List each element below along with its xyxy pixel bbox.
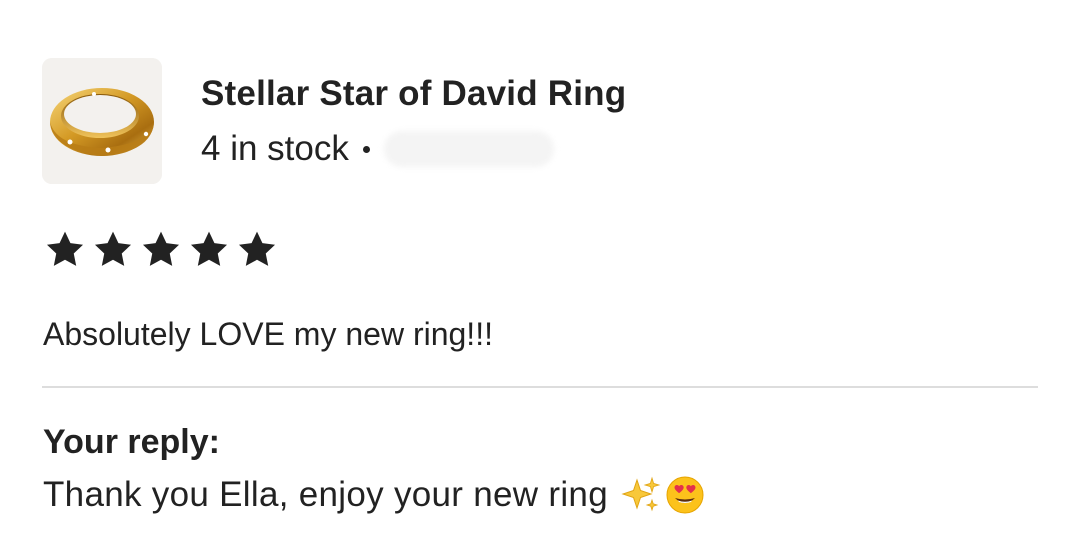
star-icon <box>238 231 276 266</box>
gold-ring-icon <box>42 58 162 184</box>
star-icon <box>46 231 84 266</box>
sparkles-emoji <box>621 476 661 512</box>
reply-text: Thank you Ella, enjoy your new ring <box>43 475 608 514</box>
redacted-info <box>383 131 554 167</box>
reply-message: Thank you Ella, enjoy your new ring <box>43 474 706 516</box>
reply-heading: Your reply: <box>43 423 220 461</box>
review-text: Absolutely LOVE my new ring!!! <box>43 316 493 352</box>
stock-count: 4 in stock <box>201 129 349 168</box>
product-image[interactable] <box>42 58 162 184</box>
star-icon <box>190 231 228 266</box>
reply-emojis <box>620 474 706 516</box>
divider <box>42 386 1038 388</box>
star-icon <box>142 231 180 266</box>
stock-info: 4 in stock <box>201 127 554 171</box>
separator-dot <box>362 145 370 153</box>
star-rating <box>44 229 278 271</box>
product-title[interactable]: Stellar Star of David Ring <box>201 74 626 114</box>
heart-eyes-emoji <box>666 476 704 514</box>
star-icon <box>94 231 132 266</box>
